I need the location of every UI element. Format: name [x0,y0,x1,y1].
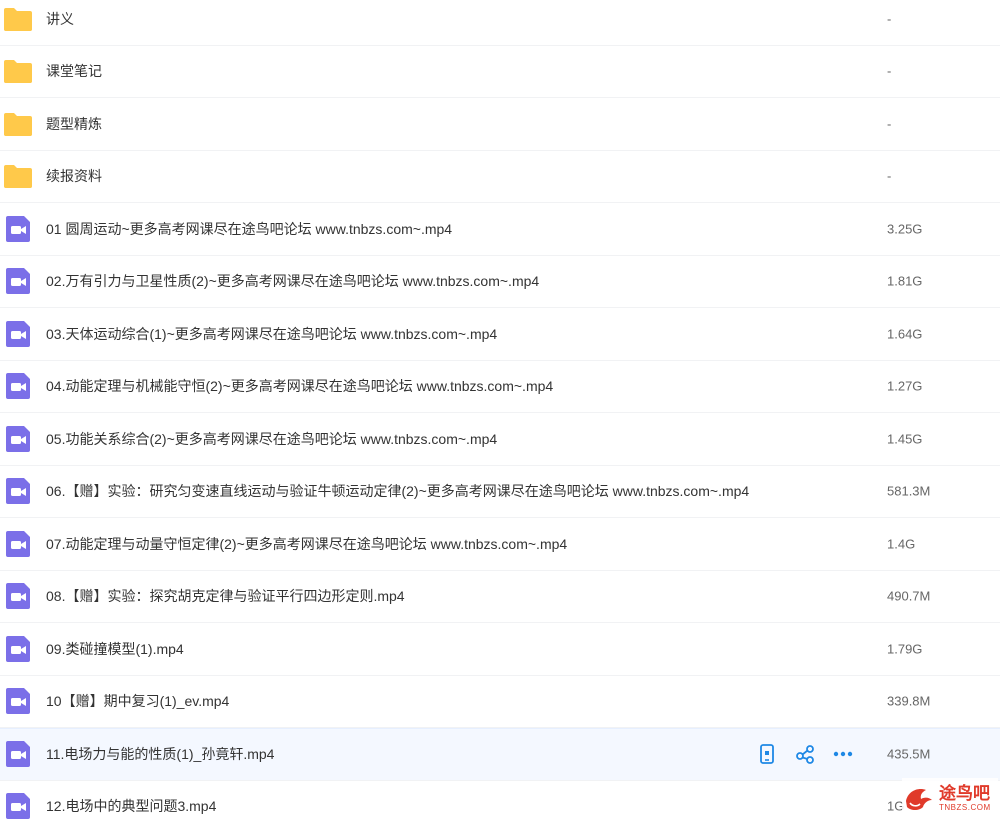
file-name[interactable]: 01 圆周运动~更多高考网课尽在途鸟吧论坛 www.tnbzs.com~.mp4 [46,219,452,239]
file-size: 339.8M [887,693,931,709]
row-actions [756,742,854,766]
file-row[interactable]: 02.万有引力与卫星性质(2)~更多高考网课尽在途鸟吧论坛 www.tnbzs.… [0,256,1000,308]
file-size: 3.25G [887,221,923,237]
file-row[interactable]: 09.类碰撞模型(1).mp4 1.79G [0,623,1000,676]
file-name[interactable]: 08.【赠】实验：探究胡克定律与验证平行四边形定则.mp4 [46,586,405,606]
video-file-icon[interactable] [3,530,33,558]
video-file-icon[interactable] [3,740,33,768]
file-name[interactable]: 11.电场力与能的性质(1)_孙竟轩.mp4 [46,744,274,764]
file-size: 490.7M [887,588,931,604]
file-name[interactable]: 09.类碰撞模型(1).mp4 [46,639,184,659]
file-row[interactable]: 03.天体运动综合(1)~更多高考网课尽在途鸟吧论坛 www.tnbzs.com… [0,308,1000,361]
video-file-icon[interactable] [3,687,33,715]
video-file-icon[interactable] [3,582,33,610]
file-name[interactable]: 续报资料 [46,166,102,186]
file-name[interactable]: 06.【赠】实验：研究匀变速直线运动与验证牛顿运动定律(2)~更多高考网课尽在途… [46,481,749,501]
file-name[interactable]: 07.动能定理与动量守恒定律(2)~更多高考网课尽在途鸟吧论坛 www.tnbz… [46,534,567,554]
file-row[interactable]: 06.【赠】实验：研究匀变速直线运动与验证牛顿运动定律(2)~更多高考网课尽在途… [0,466,1000,518]
bird-logo-icon [906,789,932,810]
file-row[interactable]: 05.功能关系综合(2)~更多高考网课尽在途鸟吧论坛 www.tnbzs.com… [0,413,1000,466]
folder-icon[interactable] [3,110,33,138]
watermark-subtitle: TNBZS.COM [939,802,991,812]
video-file-icon[interactable] [3,792,33,819]
file-row[interactable]: 04.动能定理与机械能守恒(2)~更多高考网课尽在途鸟吧论坛 www.tnbzs… [0,361,1000,413]
folder-icon[interactable] [3,162,33,190]
video-file-icon[interactable] [3,320,33,348]
file-row[interactable]: 07.动能定理与动量守恒定律(2)~更多高考网课尽在途鸟吧论坛 www.tnbz… [0,518,1000,571]
file-size: - [887,116,892,132]
file-row[interactable]: 题型精炼 - [0,98,1000,151]
file-name[interactable]: 02.万有引力与卫星性质(2)~更多高考网课尽在途鸟吧论坛 www.tnbzs.… [46,271,539,291]
file-size: 1.27G [887,378,923,394]
file-name[interactable]: 04.动能定理与机械能守恒(2)~更多高考网课尽在途鸟吧论坛 www.tnbzs… [46,376,553,396]
file-name[interactable]: 12.电场中的典型问题3.mp4 [46,796,216,816]
file-name[interactable]: 05.功能关系综合(2)~更多高考网课尽在途鸟吧论坛 www.tnbzs.com… [46,429,497,449]
share-icon[interactable] [794,743,816,765]
file-size: - [887,11,892,27]
file-name[interactable]: 课堂笔记 [46,61,102,81]
file-size: 1.81G [887,273,923,289]
file-list: 讲义 - 课堂笔记 - 题型精炼 - 续报资料 - 01 圆周运动~更多高考网课尽在途鸟吧论坛 … [0,0,1000,819]
video-file-icon[interactable] [3,215,33,243]
file-row[interactable]: 续报资料 - [0,151,1000,203]
file-size: 1.64G [887,326,923,342]
file-size: 435.5M [887,746,931,762]
file-row[interactable]: 11.电场力与能的性质(1)_孙竟轩.mp4 435.5M [0,728,1000,781]
file-row[interactable]: 01 圆周运动~更多高考网课尽在途鸟吧论坛 www.tnbzs.com~.mp4… [0,203,1000,256]
more-icon[interactable] [832,743,854,765]
file-row[interactable]: 课堂笔记 - [0,46,1000,98]
file-name[interactable]: 03.天体运动综合(1)~更多高考网课尽在途鸟吧论坛 www.tnbzs.com… [46,324,497,344]
file-name[interactable]: 题型精炼 [46,114,102,134]
folder-icon[interactable] [3,5,33,33]
file-name[interactable]: 10【赠】期中复习(1)_ev.mp4 [46,691,229,711]
file-size: - [887,63,892,79]
file-row[interactable]: 12.电场中的典型问题3.mp4 1G [0,781,1000,819]
file-size: 1.45G [887,431,923,447]
watermark-title: 途鸟吧 [939,783,990,803]
file-size: 1.79G [887,641,923,657]
video-file-icon[interactable] [3,372,33,400]
video-file-icon[interactable] [3,635,33,663]
file-size: - [887,168,892,184]
file-row[interactable]: 讲义 - [0,0,1000,46]
folder-icon[interactable] [3,57,33,85]
watermark-logo: 途鸟吧 TNBZS.COM [902,778,998,818]
file-name[interactable]: 讲义 [46,9,74,29]
phone-icon[interactable] [756,743,778,765]
video-file-icon[interactable] [3,425,33,453]
file-size: 1.4G [887,536,916,552]
video-file-icon[interactable] [3,267,33,295]
file-row[interactable]: 10【赠】期中复习(1)_ev.mp4 339.8M [0,676,1000,728]
file-size: 581.3M [887,483,931,499]
video-file-icon[interactable] [3,477,33,505]
file-row[interactable]: 08.【赠】实验：探究胡克定律与验证平行四边形定则.mp4 490.7M [0,571,1000,623]
